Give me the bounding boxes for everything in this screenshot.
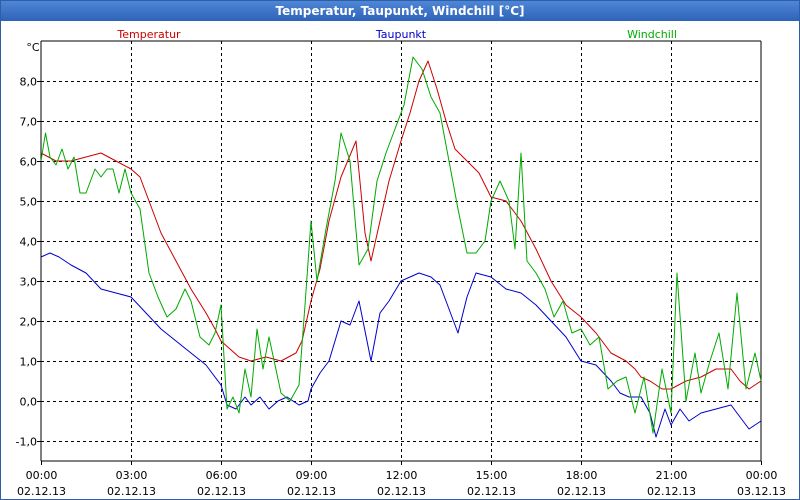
- x-tick-date: 03.12.13: [737, 485, 786, 498]
- window-title: Temperatur, Taupunkt, Windchill [°C]: [1, 1, 799, 21]
- x-tick-date: 02.12.13: [557, 485, 606, 498]
- grid-lines: [37, 41, 762, 465]
- x-tick-time: 15:00: [476, 469, 508, 482]
- x-tick-date: 02.12.13: [377, 485, 426, 498]
- legend-taupunkt: Taupunkt: [375, 28, 427, 41]
- y-tick-labels: 8,0 7,0 6,0 5,0 4,0 3,0 2,0 1,0 0,0 -1,0: [16, 76, 37, 449]
- y-axis-unit-label: °C: [26, 41, 40, 54]
- chart-window: Temperatur, Taupunkt, Windchill [°C] 8,0…: [0, 0, 800, 500]
- x-tick-date: 02.12.13: [467, 485, 516, 498]
- legend-temperatur: Temperatur: [116, 28, 181, 41]
- y-tick-label: 4,0: [20, 236, 38, 249]
- x-tick-date: 02.12.13: [107, 485, 156, 498]
- y-tick-label: 7,0: [20, 116, 38, 129]
- x-tick-date: 02.12.13: [17, 485, 66, 498]
- line-chart: 8,0 7,0 6,0 5,0 4,0 3,0 2,0 1,0 0,0 -1,0 00:00 02.…: [16, 28, 786, 498]
- x-tick-time: 18:00: [566, 469, 598, 482]
- series-line-temperatur: [40, 60, 762, 390]
- x-tick-date: 02.12.13: [287, 485, 336, 498]
- y-tick-label: 8,0: [20, 76, 38, 89]
- x-tick-time: 03:00: [116, 469, 148, 482]
- x-tick-labels: 00:00 02.12.13 03:00 02.12.13 06:00 02.12.13 0…: [17, 469, 786, 498]
- legend-windchill: Windchill: [627, 28, 677, 41]
- x-tick-date: 02.12.13: [647, 485, 696, 498]
- y-tick-label: 6,0: [20, 156, 38, 169]
- y-tick-label: 2,0: [20, 316, 38, 329]
- x-tick-time: 12:00: [386, 469, 418, 482]
- y-tick-label: 3,0: [20, 276, 38, 289]
- x-tick-time: 00:00: [26, 469, 58, 482]
- x-tick-time: 21:00: [656, 469, 688, 482]
- x-tick-date: 02.12.13: [197, 485, 246, 498]
- y-tick-label: 1,0: [20, 356, 38, 369]
- x-tick-time: 09:00: [296, 469, 328, 482]
- y-tick-label: -1,0: [16, 436, 37, 449]
- x-tick-time: 00:00: [746, 469, 778, 482]
- y-tick-label: 5,0: [20, 196, 38, 209]
- x-tick-time: 06:00: [206, 469, 238, 482]
- y-tick-label: 0,0: [20, 396, 38, 409]
